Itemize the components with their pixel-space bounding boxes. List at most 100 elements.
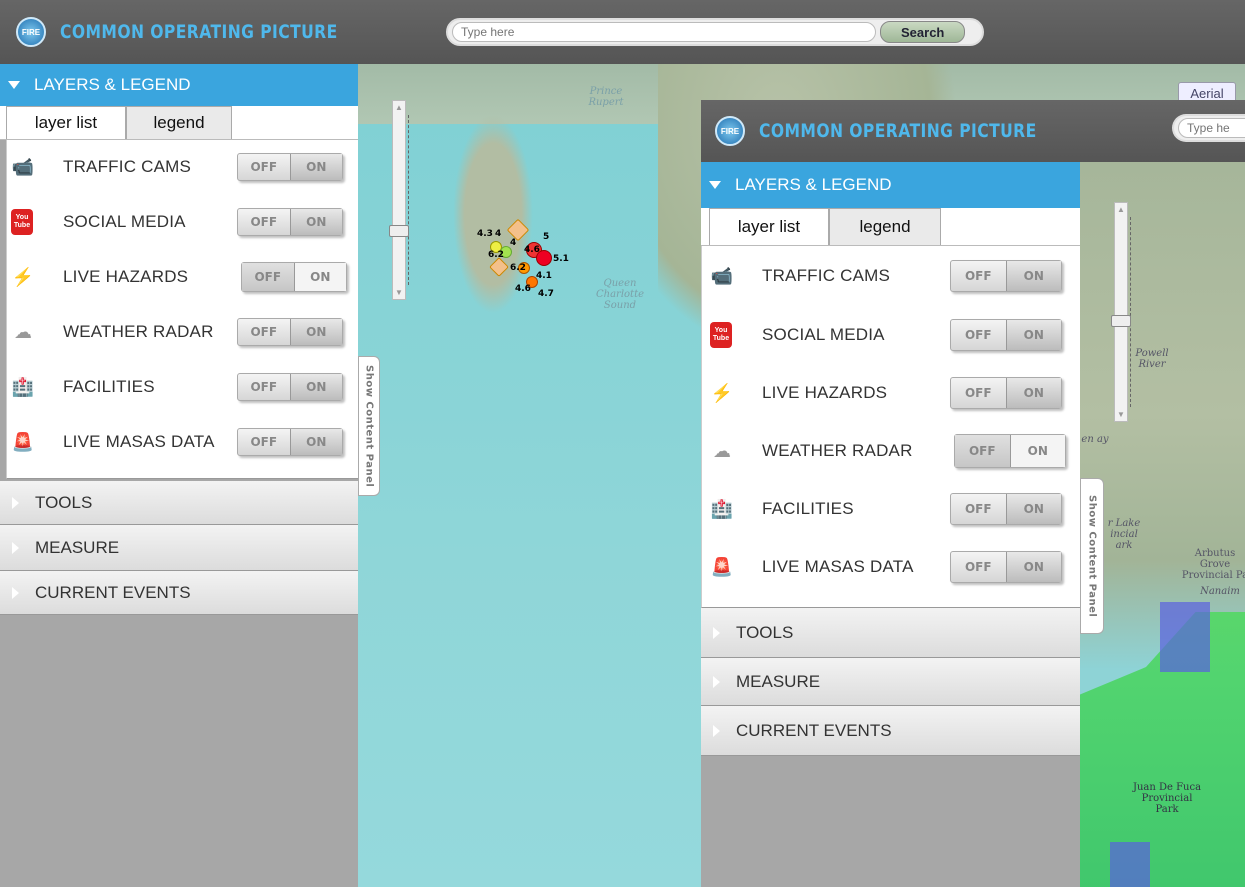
front-map-view[interactable]: ▲ ▼ Powell River en ay r Lake incial ark… [1080, 162, 1245, 887]
siren-icon: 🚨 [710, 556, 734, 577]
front-search-input[interactable] [1178, 118, 1245, 138]
toggle-on[interactable]: ON [289, 209, 342, 235]
map-label: Powell River [1135, 348, 1169, 370]
marker-label: 4.7 [538, 289, 554, 299]
live-hazards-toggle[interactable]: OFF ON [950, 377, 1062, 409]
layer-row-live-hazards: ⚡ LIVE HAZARDS OFF ON [7, 250, 358, 304]
toggle-off[interactable]: OFF [951, 552, 1006, 582]
live-masas-toggle[interactable]: OFF ON [950, 551, 1062, 583]
chevron-right-icon [12, 541, 19, 554]
marker-label: 6.2 [510, 263, 526, 273]
section-measure[interactable]: MEASURE [0, 525, 358, 571]
marker-label: 6.2 [488, 250, 504, 260]
zoom-slider[interactable]: ▲ ▼ [389, 100, 409, 300]
content-panel: LAYERS & LEGEND layer list legend 📹 TRAF… [0, 64, 358, 887]
section-label: TOOLS [736, 622, 794, 642]
tab-legend[interactable]: legend [829, 208, 941, 245]
front-tab-bar: layer list legend [701, 208, 1080, 246]
layer-label: SOCIAL MEDIA [63, 212, 186, 231]
layers-legend-title: LAYERS & LEGEND [34, 75, 191, 94]
expand-icon [709, 181, 721, 189]
search-button[interactable]: Search [880, 21, 966, 43]
toggle-off[interactable]: OFF [238, 319, 290, 345]
layers-legend-title: LAYERS & LEGEND [735, 175, 892, 194]
zoom-out-icon[interactable]: ▼ [395, 288, 403, 297]
toggle-on[interactable]: ON [1005, 261, 1061, 291]
live-masas-toggle[interactable]: OFF ON [237, 428, 343, 456]
traffic-cams-toggle[interactable]: OFF ON [237, 153, 343, 181]
zoom-out-icon[interactable]: ▼ [1117, 410, 1125, 419]
weather-radar-toggle[interactable]: OFF ON [237, 318, 343, 346]
toggle-on[interactable]: ON [289, 319, 342, 345]
search-input[interactable] [452, 22, 876, 42]
weather-radar-toggle[interactable]: OFF ON [954, 434, 1066, 468]
front-app-header: FIRE COMMON OPERATING PICTURE [701, 100, 1245, 162]
zoom-in-icon[interactable]: ▲ [395, 103, 403, 112]
tab-layer-list[interactable]: layer list [6, 106, 126, 139]
layer-label: SOCIAL MEDIA [762, 325, 885, 344]
marker-label: 4.6 [524, 245, 540, 255]
toggle-off[interactable]: OFF [951, 261, 1006, 291]
zoom-handle[interactable] [1111, 315, 1131, 327]
facilities-toggle[interactable]: OFF ON [237, 373, 343, 401]
layer-label: LIVE MASAS DATA [63, 432, 215, 451]
toggle-on[interactable]: ON [289, 154, 342, 180]
toggle-off[interactable]: OFF [238, 429, 290, 455]
tab-legend[interactable]: legend [126, 106, 232, 139]
chevron-right-icon [713, 675, 720, 688]
toggle-off[interactable]: OFF [238, 209, 290, 235]
toggle-off[interactable]: OFF [242, 263, 294, 291]
tab-layer-list[interactable]: layer list [709, 208, 829, 245]
front-show-content-panel-tab[interactable]: Show Content Panel [1080, 478, 1104, 634]
show-content-panel-tab[interactable]: Show Content Panel [358, 356, 380, 496]
toggle-on[interactable]: ON [1005, 552, 1061, 582]
section-label: MEASURE [35, 537, 120, 557]
facilities-toggle[interactable]: OFF ON [950, 493, 1062, 525]
zoom-handle[interactable] [389, 225, 409, 237]
toggle-on[interactable]: ON [293, 263, 346, 291]
fire-logo-icon: FIRE [715, 116, 745, 146]
toggle-off[interactable]: OFF [951, 378, 1006, 408]
toggle-on[interactable]: ON [289, 429, 342, 455]
layer-label: FACILITIES [63, 377, 155, 396]
toggle-off[interactable]: OFF [238, 374, 290, 400]
traffic-cam-icon: 📹 [710, 265, 734, 286]
map-label: Arbutus Grove Provincial Pa [1181, 548, 1245, 581]
toggle-on[interactable]: ON [1005, 378, 1061, 408]
layer-label: WEATHER RADAR [762, 441, 913, 460]
youtube-icon: You Tube [710, 322, 732, 348]
traffic-cams-toggle[interactable]: OFF ON [950, 260, 1062, 292]
layer-row-live-masas: 🚨 LIVE MASAS DATA OFF ON [7, 414, 358, 470]
toggle-on[interactable]: ON [1009, 435, 1065, 467]
layer-list: 📹 TRAFFIC CAMS OFF ON You Tube SOCIAL MED… [6, 140, 358, 479]
social-media-toggle[interactable]: OFF ON [950, 319, 1062, 351]
section-label: MEASURE [736, 671, 821, 691]
toggle-on[interactable]: ON [289, 374, 342, 400]
section-tools[interactable]: TOOLS [701, 608, 1080, 658]
toggle-off[interactable]: OFF [951, 320, 1006, 350]
layers-legend-header[interactable]: LAYERS & LEGEND [0, 64, 358, 106]
front-content-panel: LAYERS & LEGEND layer list legend 📹 TRAF… [701, 162, 1080, 887]
front-zoom-slider[interactable]: ▲ ▼ [1111, 202, 1131, 422]
section-current-events[interactable]: CURRENT EVENTS [701, 706, 1080, 756]
section-measure[interactable]: MEASURE [701, 658, 1080, 706]
zoom-in-icon[interactable]: ▲ [1117, 205, 1125, 214]
fire-logo-icon: FIRE [16, 17, 46, 47]
toggle-on[interactable]: ON [1005, 320, 1061, 350]
front-layers-legend-header[interactable]: LAYERS & LEGEND [701, 162, 1080, 208]
toggle-off[interactable]: OFF [951, 494, 1006, 524]
toggle-off[interactable]: OFF [955, 435, 1010, 467]
front-search-bar [1172, 114, 1245, 142]
hospital-icon: 🏥 [710, 498, 734, 519]
section-label: TOOLS [35, 492, 93, 512]
app-title: COMMON OPERATING PICTURE [60, 21, 338, 43]
layer-label: LIVE HAZARDS [762, 383, 888, 402]
lightning-icon: ⚡ [11, 266, 35, 287]
toggle-off[interactable]: OFF [238, 154, 290, 180]
social-media-toggle[interactable]: OFF ON [237, 208, 343, 236]
toggle-on[interactable]: ON [1005, 494, 1061, 524]
section-tools[interactable]: TOOLS [0, 481, 358, 525]
section-current-events[interactable]: CURRENT EVENTS [0, 571, 358, 615]
map-label: Prince Rupert [588, 86, 624, 108]
live-hazards-toggle[interactable]: OFF ON [241, 262, 347, 292]
